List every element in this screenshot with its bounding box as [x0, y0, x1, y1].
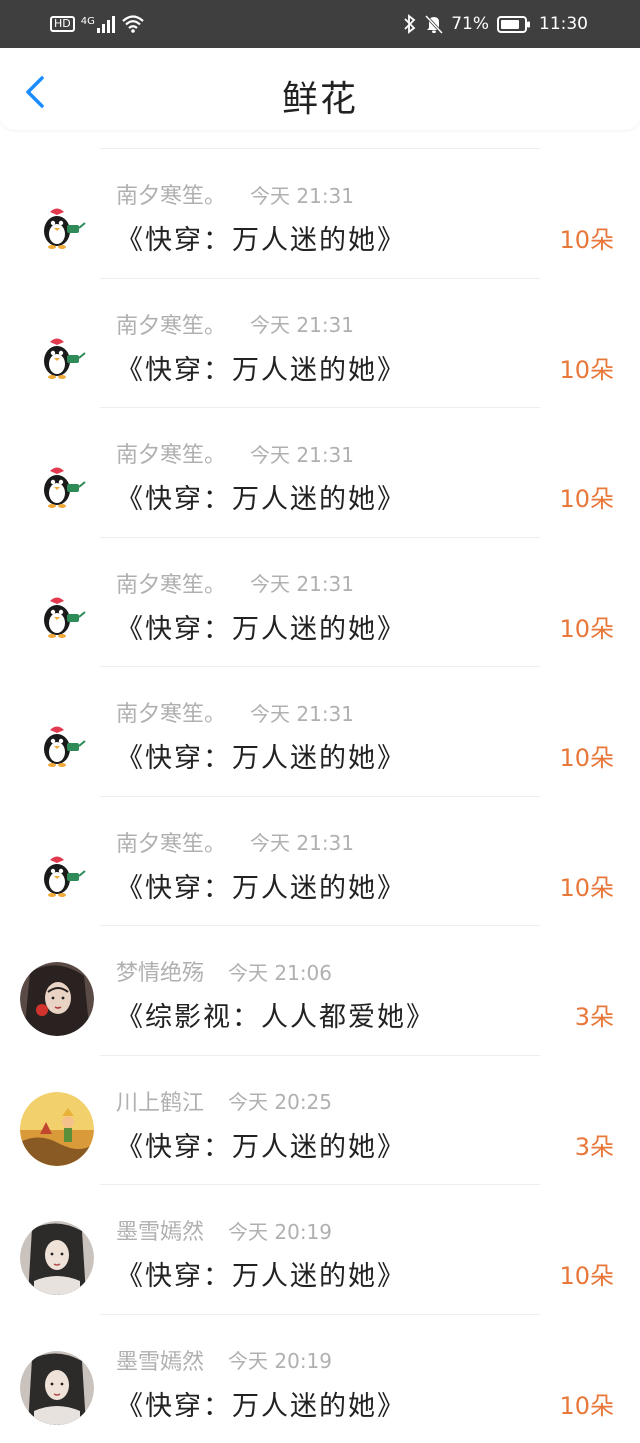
user-avatar[interactable]: [20, 962, 94, 1036]
divider: [100, 1184, 540, 1185]
user-avatar[interactable]: [20, 1351, 94, 1425]
divider: [100, 796, 540, 797]
list-item[interactable]: 墨雪嫣然 今天 20:19 《快穿：万人迷的她》 10朵: [0, 1314, 640, 1443]
username[interactable]: 墨雪嫣然: [116, 1214, 204, 1246]
wifi-icon: [121, 14, 145, 34]
item-meta: 梦情绝殇 今天 21:06: [116, 955, 332, 987]
signal-icon: [97, 15, 115, 33]
timestamp: 今天 21:31: [250, 568, 354, 597]
user-avatar[interactable]: [20, 1092, 94, 1166]
penguin-avatar[interactable]: [20, 315, 94, 389]
list-item[interactable]: 南夕寒笙。 今天 21:31 《快穿：万人迷的她》 10朵: [0, 796, 640, 926]
list-item[interactable]: 南夕寒笙。 今天 21:31 《快穿：万人迷的她》 10朵: [0, 407, 640, 537]
item-meta: 川上鹤江 今天 20:25: [116, 1085, 332, 1117]
timestamp: 今天 21:31: [250, 439, 354, 468]
status-right: 71% 11:30: [403, 12, 588, 36]
divider: [100, 1055, 540, 1056]
book-title[interactable]: 《综影视：人人都爱她》: [116, 995, 435, 1034]
item-meta: 南夕寒笙。 今天 21:31: [116, 308, 354, 340]
divider: [100, 407, 540, 408]
list-item[interactable]: 南夕寒笙。 今天 21:31 《快穿：万人迷的她》 10朵: [0, 666, 640, 796]
flower-amount: 10朵: [559, 1386, 614, 1421]
username[interactable]: 南夕寒笙。: [116, 308, 226, 340]
flower-amount: 10朵: [559, 868, 614, 903]
timestamp: 今天 21:06: [228, 957, 332, 986]
status-left: HD 4G: [50, 12, 145, 36]
header: 鲜花: [0, 48, 640, 130]
item-meta: 墨雪嫣然 今天 20:19: [116, 1214, 332, 1246]
flower-amount: 3朵: [575, 997, 614, 1032]
timestamp: 今天 20:25: [228, 1086, 332, 1115]
book-title[interactable]: 《快穿：万人迷的她》: [116, 607, 406, 646]
item-meta: 墨雪嫣然 今天 20:19: [116, 1344, 332, 1376]
username[interactable]: 南夕寒笙。: [116, 826, 226, 858]
divider: [100, 278, 540, 279]
divider: [100, 537, 540, 538]
flower-amount: 10朵: [559, 609, 614, 644]
list-item[interactable]: 南夕寒笙。 今天 21:31 《快穿：万人迷的她》 10朵: [0, 148, 640, 278]
flower-amount: 10朵: [559, 220, 614, 255]
flower-amount: 10朵: [559, 350, 614, 385]
list-item[interactable]: 梦情绝殇 今天 21:06 《综影视：人人都爱她》 3朵: [0, 925, 640, 1055]
list-item[interactable]: 川上鹤江 今天 20:25 《快穿：万人迷的她》 3朵: [0, 1055, 640, 1185]
timestamp: 今天 20:19: [228, 1345, 332, 1374]
flower-amount: 3朵: [575, 1127, 614, 1162]
status-bar: HD 4G 71% 11:30: [0, 0, 640, 48]
penguin-avatar[interactable]: [20, 185, 94, 259]
item-meta: 南夕寒笙。 今天 21:31: [116, 696, 354, 728]
penguin-avatar[interactable]: [20, 444, 94, 518]
book-title[interactable]: 《快穿：万人迷的她》: [116, 218, 406, 257]
username[interactable]: 梦情绝殇: [116, 955, 204, 987]
username[interactable]: 南夕寒笙。: [116, 437, 226, 469]
divider: [100, 148, 540, 149]
status-time: 11:30: [539, 14, 588, 34]
hd-badge: HD: [50, 16, 75, 32]
flower-amount: 10朵: [559, 1256, 614, 1291]
item-meta: 南夕寒笙。 今天 21:31: [116, 826, 354, 858]
username[interactable]: 川上鹤江: [116, 1085, 204, 1117]
divider: [100, 666, 540, 667]
book-title[interactable]: 《快穿：万人迷的她》: [116, 348, 406, 387]
book-title[interactable]: 《快穿：万人迷的她》: [116, 477, 406, 516]
flower-amount: 10朵: [559, 738, 614, 773]
timestamp: 今天 20:19: [228, 1216, 332, 1245]
book-title[interactable]: 《快穿：万人迷的她》: [116, 1125, 406, 1164]
penguin-avatar[interactable]: [20, 703, 94, 777]
page-title: 鲜花: [0, 70, 640, 122]
battery-percent: 71%: [451, 14, 489, 34]
timestamp: 今天 21:31: [250, 827, 354, 856]
divider: [100, 925, 540, 926]
timestamp: 今天 21:31: [250, 180, 354, 209]
list-item[interactable]: 南夕寒笙。 今天 21:31 《快穿：万人迷的她》 10朵: [0, 278, 640, 408]
username[interactable]: 南夕寒笙。: [116, 567, 226, 599]
penguin-avatar[interactable]: [20, 833, 94, 907]
user-avatar[interactable]: [20, 1221, 94, 1295]
bluetooth-icon: [403, 14, 417, 34]
book-title[interactable]: 《快穿：万人迷的她》: [116, 866, 406, 905]
battery-icon: [497, 16, 531, 33]
list-item[interactable]: 南夕寒笙。 今天 21:31 《快穿：万人迷的她》 10朵: [0, 537, 640, 667]
username[interactable]: 南夕寒笙。: [116, 696, 226, 728]
item-meta: 南夕寒笙。 今天 21:31: [116, 437, 354, 469]
penguin-avatar[interactable]: [20, 574, 94, 648]
divider: [100, 1314, 540, 1315]
list-item[interactable]: 墨雪嫣然 今天 20:19 《快穿：万人迷的她》 10朵: [0, 1184, 640, 1314]
username[interactable]: 墨雪嫣然: [116, 1344, 204, 1376]
book-title[interactable]: 《快穿：万人迷的她》: [116, 736, 406, 775]
timestamp: 今天 21:31: [250, 309, 354, 338]
network-type: 4G: [81, 16, 95, 27]
username[interactable]: 南夕寒笙。: [116, 178, 226, 210]
item-meta: 南夕寒笙。 今天 21:31: [116, 567, 354, 599]
book-title[interactable]: 《快穿：万人迷的她》: [116, 1254, 406, 1293]
bell-off-icon: [425, 14, 443, 34]
flower-amount: 10朵: [559, 479, 614, 514]
flower-list: 南夕寒笙。 今天 21:31 《快穿：万人迷的她》 10朵 南夕寒笙。 今天 2…: [0, 148, 640, 1443]
book-title[interactable]: 《快穿：万人迷的她》: [116, 1384, 406, 1423]
timestamp: 今天 21:31: [250, 698, 354, 727]
item-meta: 南夕寒笙。 今天 21:31: [116, 178, 354, 210]
